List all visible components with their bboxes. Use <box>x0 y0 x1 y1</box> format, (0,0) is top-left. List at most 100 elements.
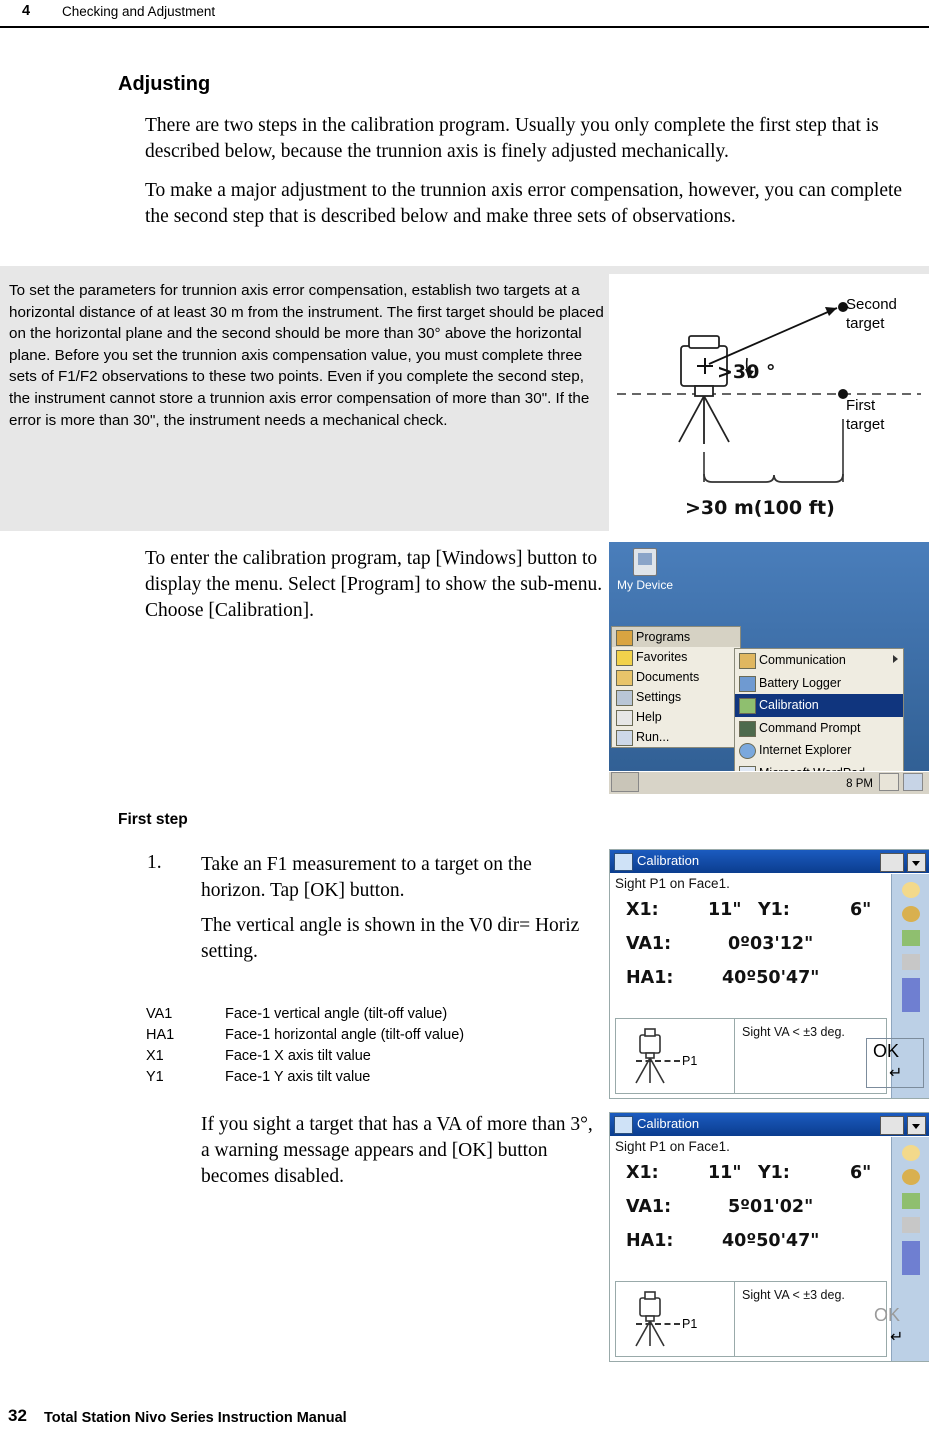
chevron-down-icon[interactable] <box>907 1116 926 1135</box>
paragraph-intro-2: To make a major adjustment to the trunni… <box>145 180 903 227</box>
run-icon <box>616 730 633 746</box>
keyboard-icon[interactable] <box>880 1116 904 1135</box>
note-box-text: To set the parameters for trunnion axis … <box>9 282 604 429</box>
calibration-screenshot-1: Calibration Sight P1 on Face1. X1: 11" Y… <box>609 849 929 1099</box>
start-menu-label-documents: Documents <box>636 670 700 684</box>
table-row: Y1 Face-1 Y axis tilt value <box>146 1067 464 1088</box>
crosshair-icon[interactable] <box>902 1193 920 1209</box>
brightness-icon[interactable] <box>902 1169 920 1185</box>
figure-label-first-target: First target <box>846 396 884 434</box>
calibration-window-title-2: Calibration <box>637 1116 700 1131</box>
calibration-window-title: Calibration <box>637 853 700 868</box>
submenu-item-battery-logger[interactable]: Battery Logger <box>735 672 903 695</box>
ha1-label-1: HA1: <box>626 968 674 988</box>
header-chapter-number: 4 <box>22 3 31 19</box>
paragraph-menu-instruction: To enter the calibration program, tap [W… <box>145 548 603 621</box>
footer-manual-title: Total Station Nivo Series Instruction Ma… <box>44 1410 347 1426</box>
submenu-label-communication: Communication <box>759 653 846 667</box>
start-menu-item-help[interactable]: Help <box>612 707 740 727</box>
start-menu-label-settings: Settings <box>636 690 682 704</box>
ce-taskbar: 8 PM <box>609 771 929 794</box>
submenu-item-internet-explorer[interactable]: Internet Explorer <box>735 739 903 762</box>
submenu-label-calibration: Calibration <box>759 698 819 713</box>
table-row: HA1 Face-1 horizontal angle (tilt-off va… <box>146 1025 464 1046</box>
y1-label-1: Y1: <box>758 900 790 920</box>
page-title: Adjusting <box>118 73 211 95</box>
start-menu-item-programs[interactable]: Programs <box>612 627 740 647</box>
documents-icon <box>616 670 633 686</box>
crosshair-icon[interactable] <box>902 930 920 946</box>
enter-icon: ↵ <box>889 1063 903 1082</box>
submenu-item-command-prompt[interactable]: Command Prompt <box>735 717 903 740</box>
y1-value-2: 6" <box>850 1163 872 1183</box>
calibration-prompt-1: Sight P1 on Face1. <box>615 876 730 891</box>
sun-icon[interactable] <box>902 1145 920 1161</box>
help-icon <box>616 710 633 726</box>
start-menu-item-run[interactable]: Run... <box>612 727 740 747</box>
programs-icon <box>616 630 633 646</box>
va1-value-2: 5º01'02" <box>728 1197 814 1217</box>
submenu-label-battery-logger: Battery Logger <box>759 675 841 690</box>
keyboard-icon[interactable] <box>880 853 904 872</box>
keyboard-icon[interactable] <box>879 773 899 791</box>
submenu-item-calibration[interactable]: Calibration <box>735 694 903 717</box>
ok-button-2-disabled: OK ↵ <box>868 1303 924 1351</box>
face-toggle-icon[interactable] <box>902 978 920 1012</box>
ha1-value-1: 40º50'47" <box>722 968 820 988</box>
folder-icon <box>739 653 756 669</box>
start-menu-item-favorites[interactable]: Favorites <box>612 647 740 667</box>
calibration-point-label-2: P1 <box>682 1317 698 1331</box>
sun-icon[interactable] <box>902 882 920 898</box>
chevron-down-icon[interactable] <box>907 853 926 872</box>
calibration-hintbox-2: Sight VA < ±3 deg. <box>615 1281 887 1357</box>
va1-label-1: VA1: <box>626 934 672 954</box>
battery-icon[interactable] <box>902 1217 920 1233</box>
calibration-screenshot-2: Calibration Sight P1 on Face1. X1: 11" Y… <box>609 1112 929 1362</box>
ok-button-label-1: OK <box>873 1041 900 1061</box>
paragraph-intro-1: There are two steps in the calibration p… <box>145 115 879 162</box>
definition-key: VA1 <box>146 1006 173 1022</box>
paragraph-warning: If you sight a target that has a VA of m… <box>201 1114 593 1187</box>
sight-dashed-line-2 <box>636 1323 680 1325</box>
definition-key: Y1 <box>146 1069 164 1085</box>
x1-label-2: X1: <box>626 1163 659 1183</box>
figure-second-target-line2: target <box>846 315 885 332</box>
y1-value-1: 6" <box>850 900 872 920</box>
figure-first-target-line2: target <box>846 416 885 433</box>
my-device-label: My Device <box>617 578 674 592</box>
ok-button-1[interactable]: OK ↵ <box>866 1038 924 1088</box>
list-item-text-secondary: The vertical angle is shown in the V0 di… <box>201 915 580 962</box>
start-menu-item-settings[interactable]: Settings <box>612 687 740 707</box>
face-toggle-icon[interactable] <box>902 1241 920 1275</box>
network-icon[interactable] <box>903 773 923 791</box>
internet-explorer-icon <box>739 743 756 760</box>
battery-icon <box>739 675 756 692</box>
calibration-icon <box>739 698 756 715</box>
header-chapter-title: Checking and Adjustment <box>62 4 216 19</box>
my-device-icon[interactable] <box>633 548 657 576</box>
definition-key: HA1 <box>146 1027 175 1043</box>
start-menu-label-help: Help <box>636 710 662 724</box>
windows-ce-screenshot: My Device Programs Favorites Documents S… <box>609 542 929 794</box>
start-button[interactable] <box>611 772 639 792</box>
svg-text:>30 m(100 ft): >30 m(100 ft) <box>685 497 835 519</box>
battery-icon[interactable] <box>902 954 920 970</box>
calibration-point-label-1: P1 <box>682 1054 698 1068</box>
x1-value-1: 11" <box>708 900 742 920</box>
subsection-title-first-step: First step <box>118 811 188 828</box>
ha1-label-2: HA1: <box>626 1231 674 1251</box>
start-menu-label-favorites: Favorites <box>636 650 688 664</box>
ha1-value-2: 40º50'47" <box>722 1231 820 1251</box>
calibration-titlebar-1: Calibration <box>610 850 929 873</box>
header-rule <box>0 26 929 28</box>
x1-label-1: X1: <box>626 900 659 920</box>
figure-first-target-line1: First <box>846 397 876 414</box>
va1-label-2: VA1: <box>626 1197 672 1217</box>
y1-label-2: Y1: <box>758 1163 790 1183</box>
definition-table: VA1 Face-1 vertical angle (tilt-off valu… <box>146 1004 464 1088</box>
brightness-icon[interactable] <box>902 906 920 922</box>
start-menu-item-documents[interactable]: Documents <box>612 667 740 687</box>
start-menu[interactable]: Programs Favorites Documents Settings He… <box>611 626 741 748</box>
table-row: X1 Face-1 X axis tilt value <box>146 1046 464 1067</box>
submenu-item-communication[interactable]: Communication <box>735 649 903 672</box>
